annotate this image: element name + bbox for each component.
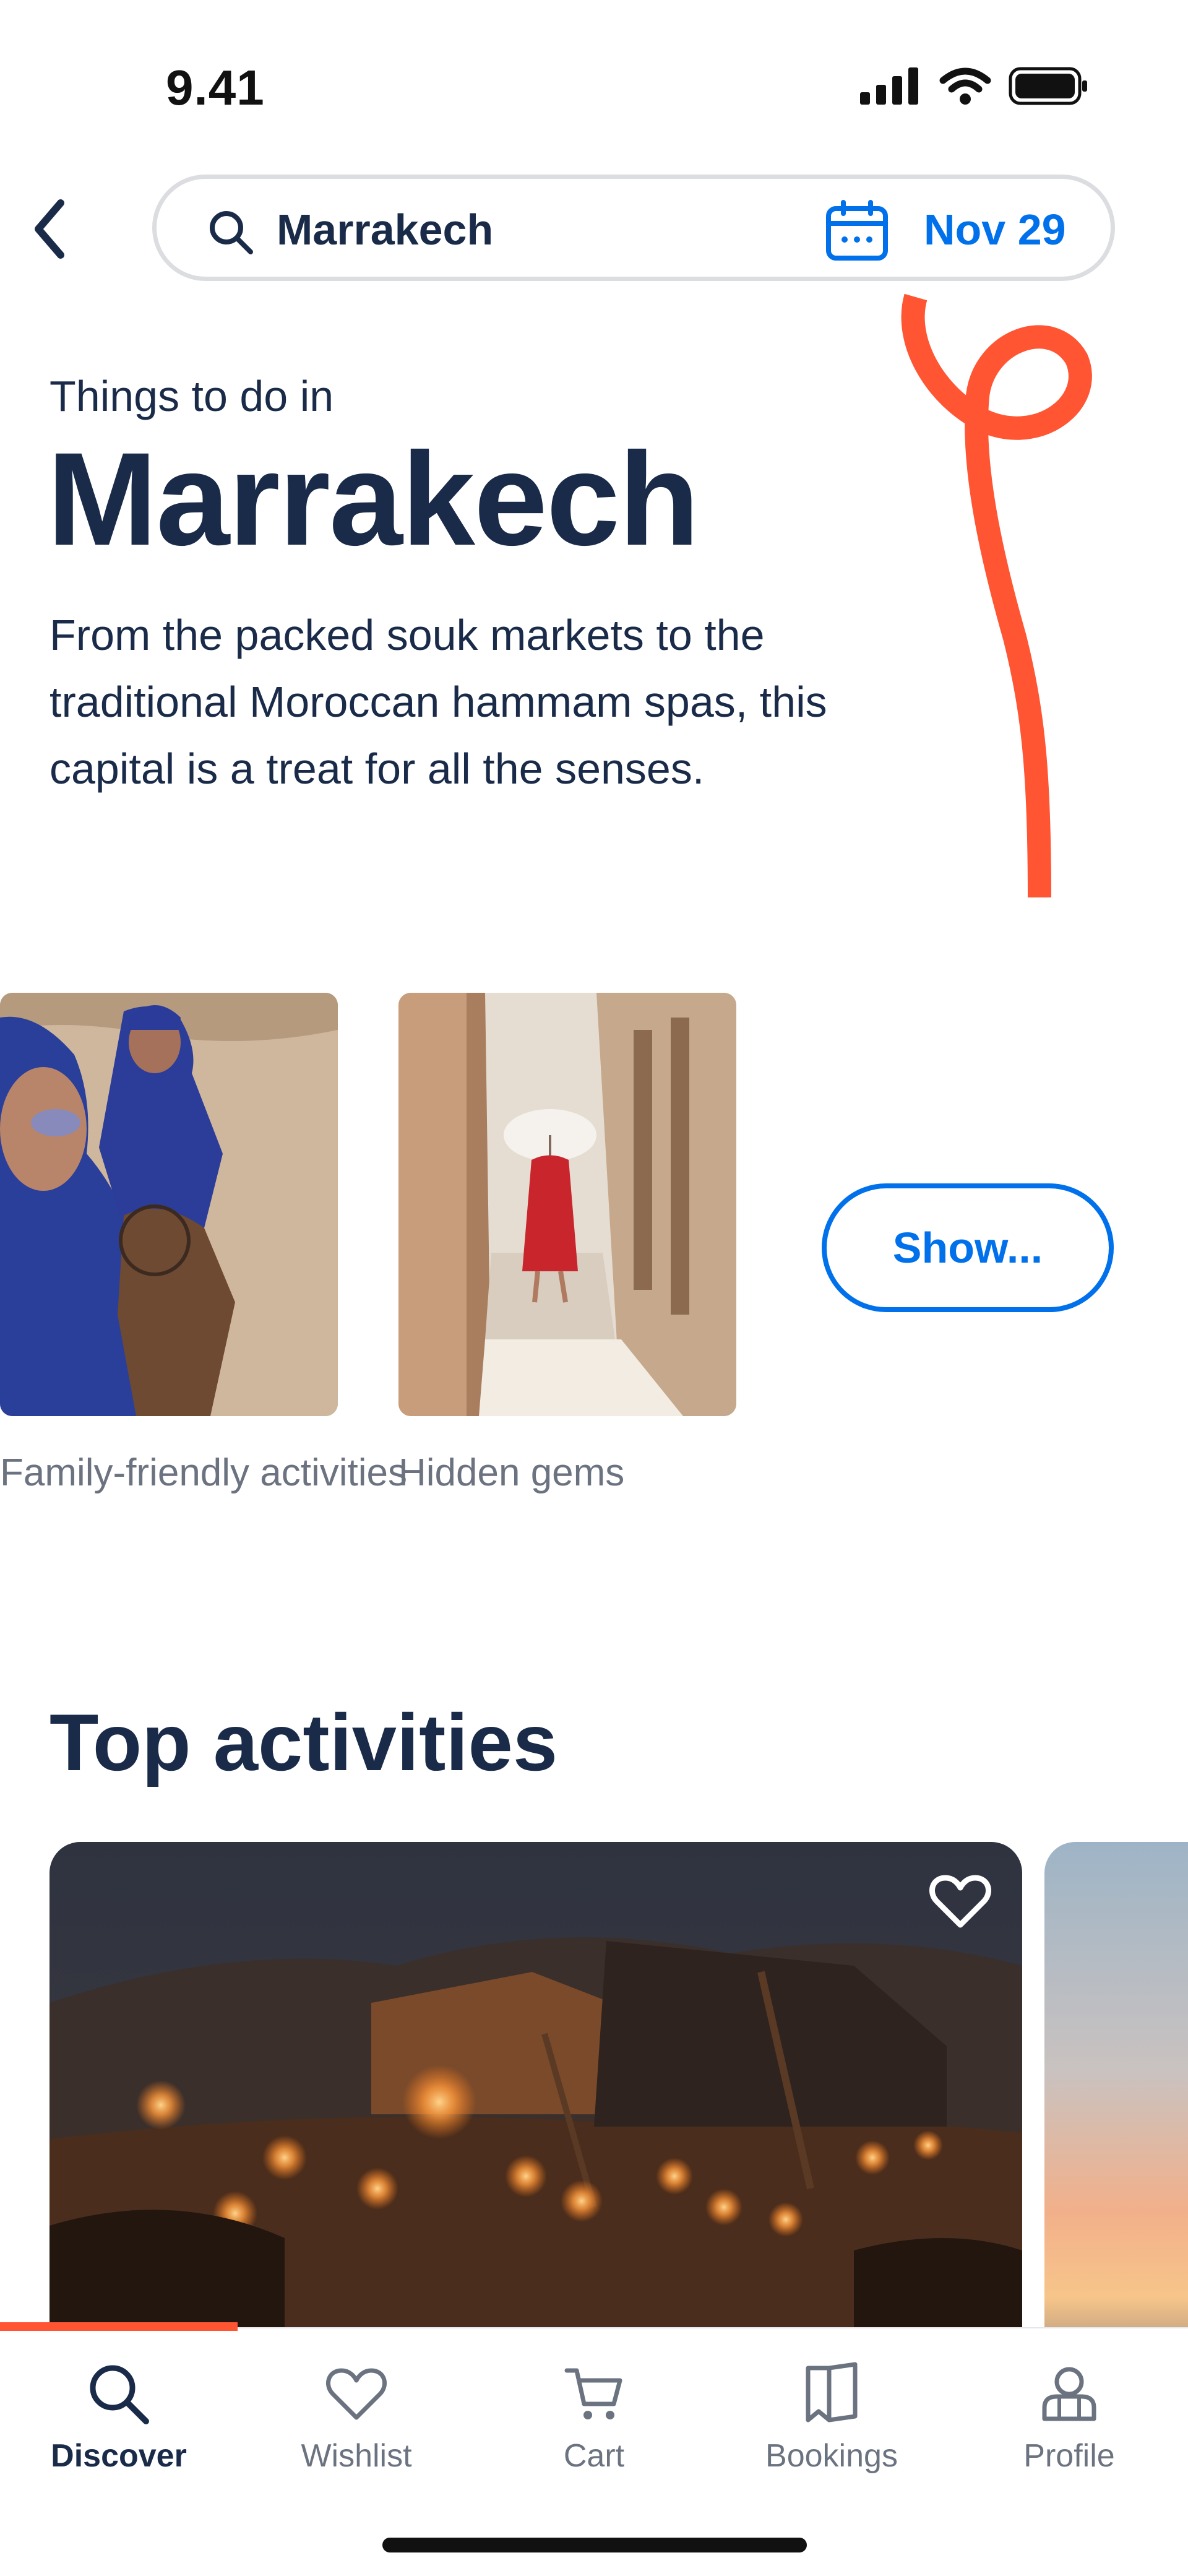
heart-icon: [326, 2368, 387, 2420]
activity-card[interactable]: [1044, 1842, 1188, 2411]
tab-label: Discover: [51, 2438, 187, 2474]
search-query[interactable]: Marrakech: [277, 205, 493, 254]
tab-discover[interactable]: Discover: [0, 2357, 238, 2474]
category-label[interactable]: Family-friendly activities: [0, 1446, 407, 1500]
category-label[interactable]: Hidden gems: [398, 1446, 736, 1500]
tab-wishlist[interactable]: Wishlist: [238, 2357, 475, 2474]
status-icons: [860, 67, 1089, 105]
category-image[interactable]: [398, 993, 736, 1416]
cart-icon: [564, 2368, 622, 2419]
calendar-icon[interactable]: [825, 200, 889, 262]
tab-label: Wishlist: [301, 2438, 412, 2474]
category-card-hidden-gems[interactable]: Hidden gems: [398, 993, 736, 1500]
tab-bookings[interactable]: Bookings: [713, 2357, 950, 2474]
back-button[interactable]: [19, 192, 80, 266]
tab-label: Bookings: [765, 2438, 898, 2474]
tab-cart[interactable]: Cart: [475, 2357, 713, 2474]
hero-description: From the packed souk markets to the trad…: [50, 611, 827, 793]
balloon-sunset-photo: [1044, 1842, 1188, 2411]
decorative-squiggle: [901, 293, 1092, 898]
search-icon: [210, 211, 253, 254]
active-tab-indicator: [0, 2322, 238, 2331]
search-bar[interactable]: Marrakech Nov 29: [152, 175, 1115, 281]
wifi-icon: [939, 67, 991, 105]
category-image[interactable]: [0, 993, 338, 1416]
bookmark-icon: [806, 2362, 858, 2423]
tab-label: Cart: [563, 2438, 625, 2474]
tab-label: Profile: [1023, 2438, 1115, 2474]
page-title: Marrakech: [47, 425, 700, 573]
heart-icon: [929, 1875, 991, 1928]
profile-icon: [1042, 2367, 1096, 2421]
show-more-button[interactable]: Show...: [822, 1183, 1114, 1312]
hero-subtitle: Things to do in: [50, 372, 334, 420]
camel-ride-photo: [0, 993, 338, 1416]
status-time: 9.41: [166, 60, 265, 115]
date-selector[interactable]: Nov 29: [924, 205, 1066, 254]
home-indicator: [382, 2538, 807, 2552]
alley-photo: [398, 993, 736, 1416]
battery-icon: [1009, 67, 1087, 105]
category-card-family[interactable]: Family-friendly activities: [0, 993, 407, 1500]
status-bar: 9.41: [0, 0, 1188, 161]
signal-icon: [860, 67, 918, 105]
search-icon: [90, 2365, 149, 2424]
tab-profile[interactable]: Profile: [950, 2357, 1188, 2474]
wishlist-heart-button[interactable]: [929, 1873, 991, 1933]
chevron-left-icon: [35, 199, 64, 259]
section-title-top-activities: Top activities: [50, 1697, 558, 1787]
